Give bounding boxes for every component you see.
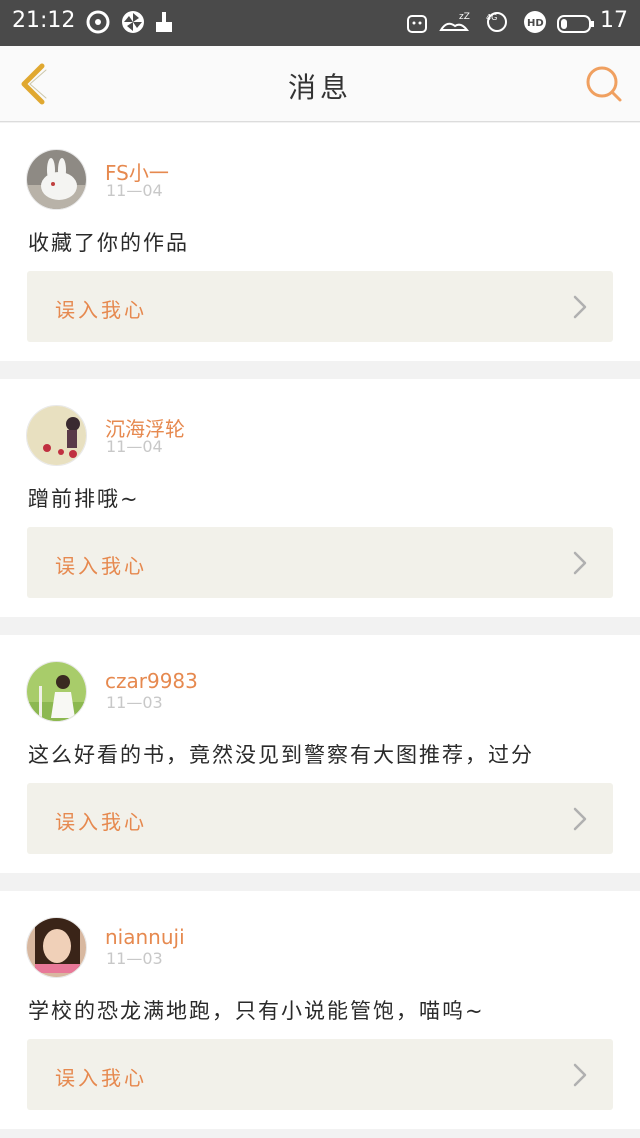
pinwheel-icon bbox=[122, 11, 144, 33]
chevron-right-icon bbox=[573, 807, 587, 831]
date: 11—03 bbox=[106, 693, 163, 712]
avatar[interactable] bbox=[26, 917, 87, 978]
work-title: 误入我心 bbox=[55, 298, 147, 322]
message-text: 蹭前排哦~ bbox=[28, 487, 140, 511]
avatar[interactable] bbox=[26, 661, 87, 722]
avatar[interactable] bbox=[26, 149, 87, 210]
battery-icon bbox=[557, 15, 594, 33]
work-title: 误入我心 bbox=[55, 1066, 147, 1090]
work-title: 误入我心 bbox=[55, 810, 147, 834]
cleaner-icon bbox=[156, 12, 172, 32]
chevron-right-icon bbox=[573, 295, 587, 319]
work-link[interactable]: 误入我心 bbox=[27, 527, 613, 598]
work-link[interactable]: 误入我心 bbox=[27, 1039, 613, 1110]
date: 11—03 bbox=[106, 949, 163, 968]
status-bar: 21:12 zZ 4G HD 17 bbox=[0, 0, 640, 46]
message-text: 这么好看的书，竟然没见到警察有大图推荐，过分 bbox=[28, 743, 534, 767]
search-icon[interactable] bbox=[584, 64, 624, 104]
message-card: niannuji 11—03 学校的恐龙满地跑，只有小说能管饱，喵呜~ 误入我心 bbox=[0, 891, 640, 1129]
message-list: FS小一 11—04 收藏了你的作品 误入我心 沉海浮轮 11—04 蹭前排哦~… bbox=[0, 123, 640, 1138]
chevron-right-icon bbox=[573, 1063, 587, 1087]
date: 11—04 bbox=[106, 437, 163, 456]
sync-icon bbox=[86, 10, 110, 34]
message-text: 学校的恐龙满地跑，只有小说能管饱，喵呜~ bbox=[28, 999, 485, 1023]
work-link[interactable]: 误入我心 bbox=[27, 271, 613, 342]
hd-icon: HD bbox=[524, 11, 546, 33]
work-title: 误入我心 bbox=[55, 554, 147, 578]
svg-text:4G: 4G bbox=[486, 13, 497, 22]
nav-bar: 消息 bbox=[0, 46, 640, 122]
network-4g-icon: 4G bbox=[486, 12, 507, 32]
date: 11—04 bbox=[106, 181, 163, 200]
username[interactable]: niannuji bbox=[105, 925, 185, 949]
battery-level: 17 bbox=[600, 8, 628, 33]
svg-text:HD: HD bbox=[527, 18, 544, 29]
message-card: FS小一 11—04 收藏了你的作品 误入我心 bbox=[0, 123, 640, 361]
work-link[interactable]: 误入我心 bbox=[27, 783, 613, 854]
android-icon bbox=[407, 15, 427, 33]
svg-text:zZ: zZ bbox=[459, 12, 470, 22]
message-card: 沉海浮轮 11—04 蹭前排哦~ 误入我心 bbox=[0, 379, 640, 617]
avatar[interactable] bbox=[26, 405, 87, 466]
sleep-icon: zZ bbox=[439, 12, 470, 31]
message-text: 收藏了你的作品 bbox=[28, 231, 189, 255]
page-title: 消息 bbox=[287, 71, 352, 104]
chevron-right-icon bbox=[573, 551, 587, 575]
username[interactable]: czar9983 bbox=[105, 669, 198, 693]
message-card: czar9983 11—03 这么好看的书，竟然没见到警察有大图推荐，过分 误入… bbox=[0, 635, 640, 873]
status-time: 21:12 bbox=[12, 8, 76, 33]
